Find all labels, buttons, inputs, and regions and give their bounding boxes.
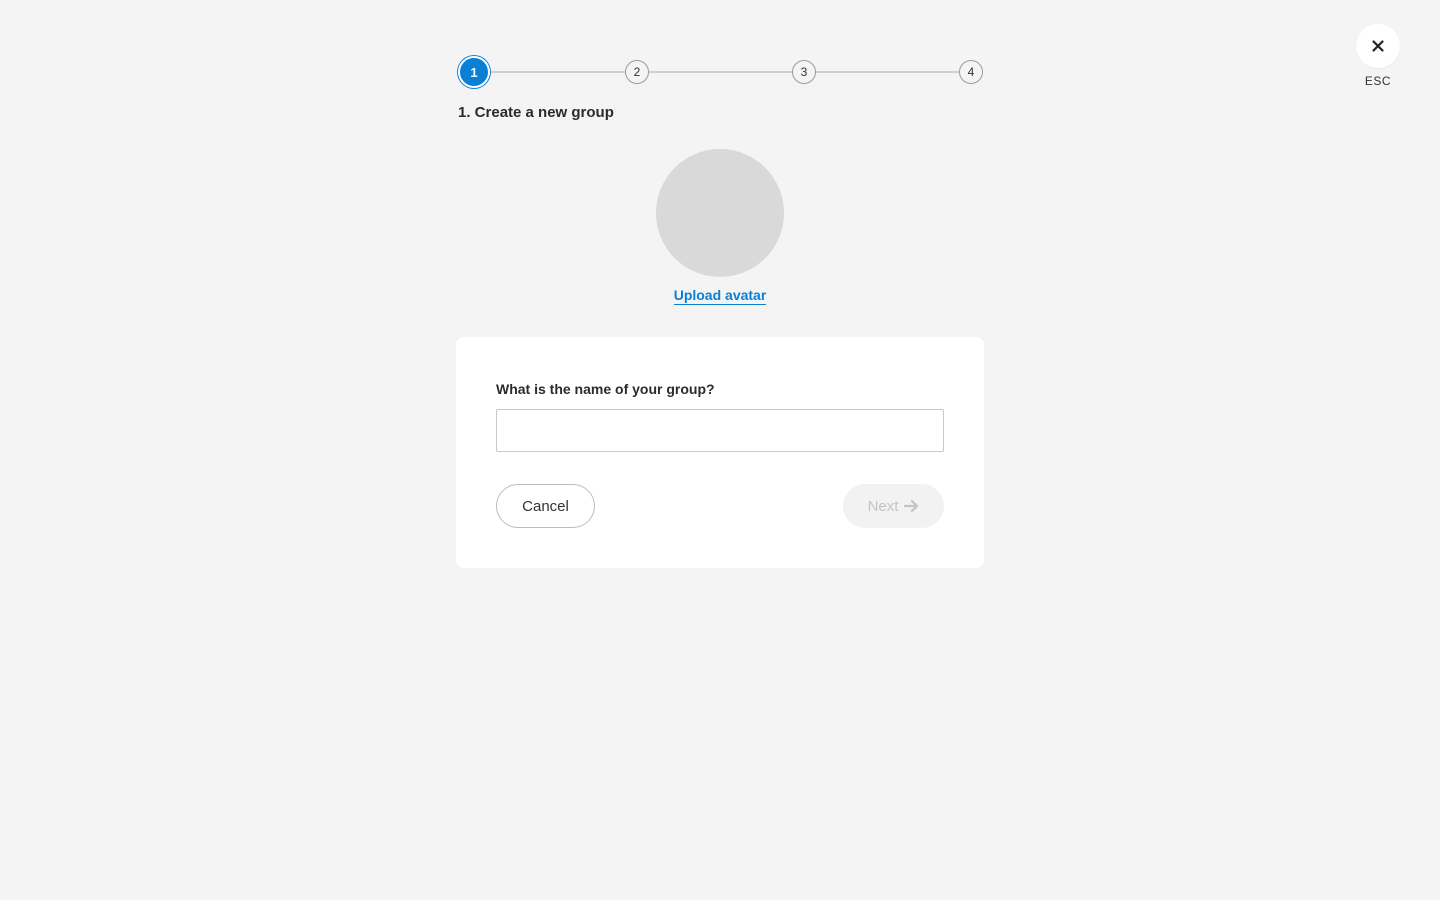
create-group-page: ESC 1 2 3 4 1. Create a new group Upload… xyxy=(0,0,1440,900)
next-button[interactable]: Next xyxy=(843,484,944,528)
group-name-label: What is the name of your group? xyxy=(496,381,715,397)
page-title: 1. Create a new group xyxy=(458,104,614,121)
upload-avatar-label: Upload avatar xyxy=(673,287,767,305)
step-2: 2 xyxy=(625,60,649,84)
arrow-right-icon xyxy=(904,499,919,513)
step-1: 1 xyxy=(458,56,490,88)
close-icon xyxy=(1372,40,1384,52)
step-4: 4 xyxy=(959,60,983,84)
group-name-input[interactable] xyxy=(496,409,944,452)
next-label: Next xyxy=(867,497,899,515)
step-3: 3 xyxy=(792,60,816,84)
esc-label: ESC xyxy=(1364,74,1392,88)
avatar-placeholder[interactable] xyxy=(656,149,784,277)
stepper: 1 2 3 4 xyxy=(458,56,984,88)
upload-avatar-link[interactable]: Upload avatar xyxy=(620,287,820,305)
group-name-card: What is the name of your group? Cancel N… xyxy=(456,337,984,568)
cancel-button[interactable]: Cancel xyxy=(496,484,595,528)
stepper-line xyxy=(474,71,972,73)
close-button[interactable] xyxy=(1356,24,1400,68)
close-control: ESC xyxy=(1356,24,1400,88)
